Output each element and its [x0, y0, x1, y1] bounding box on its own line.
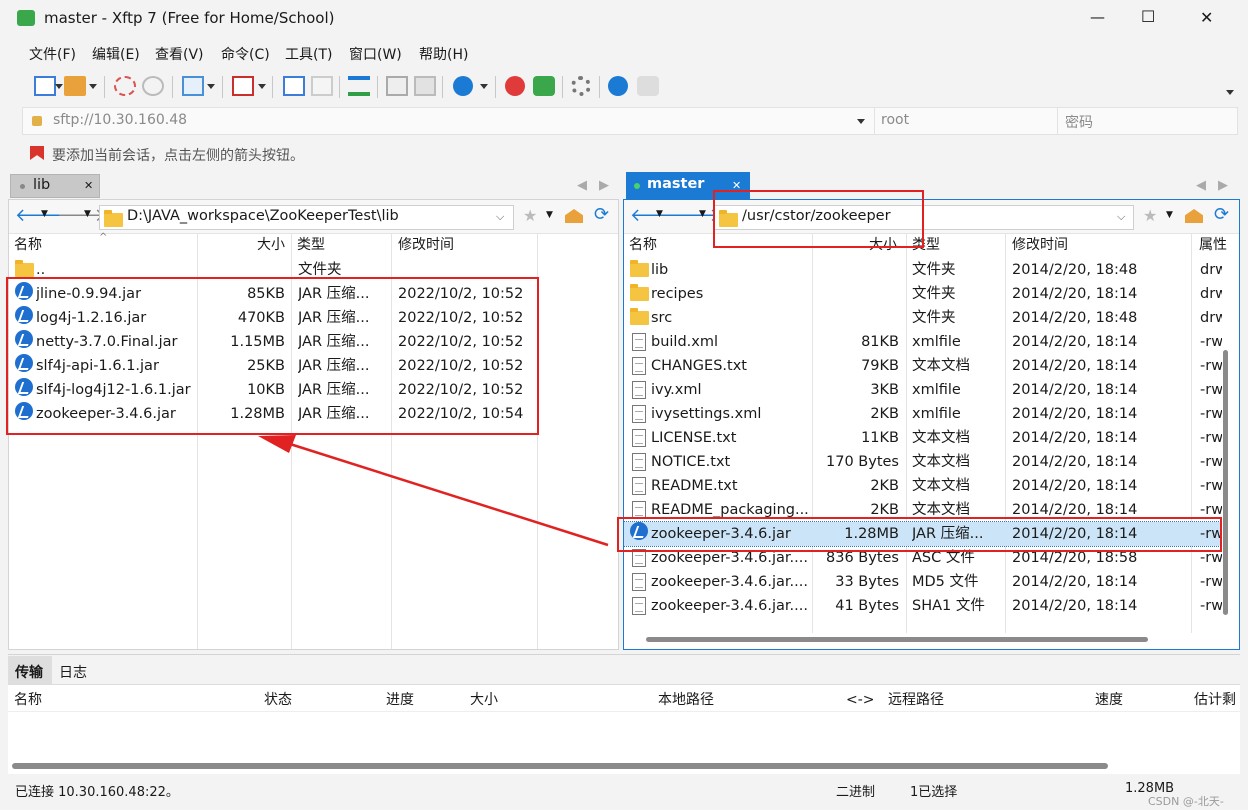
tab-transfer[interactable]: 传输: [8, 656, 52, 684]
transfer-col-speed[interactable]: 速度: [1095, 688, 1123, 712]
status-transfer-mode: 二进制: [836, 785, 876, 800]
transfer-col-direction[interactable]: <->: [846, 688, 875, 712]
tab-log[interactable]: 日志: [59, 662, 87, 682]
status-connection: 已连接 10.30.160.48:22。: [15, 785, 179, 800]
watermark: CSDN @-北天-: [1148, 795, 1224, 808]
tab-transfer-label: 传输: [15, 665, 43, 681]
transfer-col-progress[interactable]: 进度: [386, 688, 414, 712]
transfer-col-local-path[interactable]: 本地路径: [658, 688, 714, 712]
transfer-tabs: 传输 日志: [8, 655, 1240, 685]
transfer-panel: 传输 日志 名称 状态 进度 大小 本地路径 <-> 远程路径 速度 估计剩: [8, 654, 1240, 774]
transfer-col-name[interactable]: 名称: [14, 688, 42, 712]
transfer-col-size[interactable]: 大小: [470, 688, 498, 712]
transfer-col-status[interactable]: 状态: [264, 688, 292, 712]
transfer-col-eta[interactable]: 估计剩: [1194, 688, 1236, 712]
transfer-col-remote-path[interactable]: 远程路径: [888, 688, 944, 712]
transfer-column-headers: 名称 状态 进度 大小 本地路径 <-> 远程路径 速度 估计剩: [8, 688, 1240, 712]
status-bar: 已连接 10.30.160.48:22。 二进制 1已选择 1.28MB CSD…: [0, 778, 1248, 810]
status-selection: 1已选择: [910, 785, 958, 800]
transfer-horizontal-scrollbar[interactable]: [12, 763, 1108, 769]
